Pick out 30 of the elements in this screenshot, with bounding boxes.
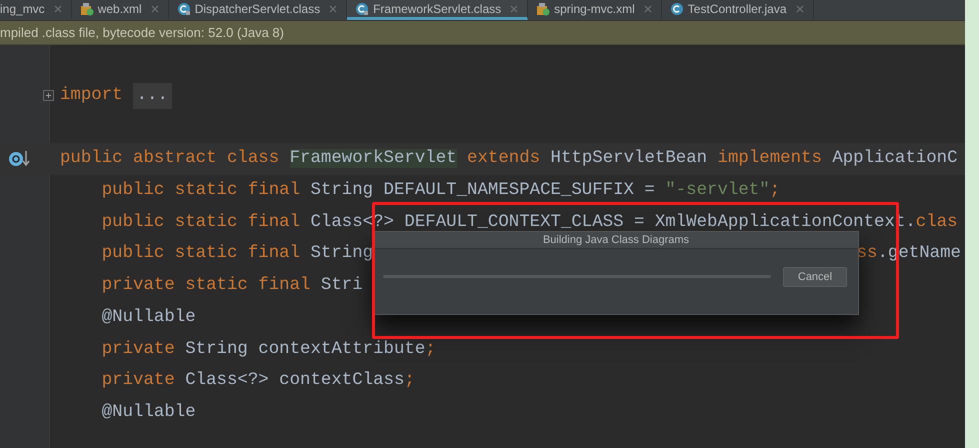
expand-icon[interactable] xyxy=(43,90,54,101)
class-file-icon xyxy=(670,2,684,16)
code-text: import xyxy=(60,86,123,106)
close-icon[interactable] xyxy=(54,4,62,12)
editor-tab[interactable]: spring-mvc.xml xyxy=(528,0,662,20)
code-line: public static final String xyxy=(100,244,374,264)
class-file-icon xyxy=(176,2,191,16)
code-line: @Nullable xyxy=(100,308,196,327)
close-icon[interactable] xyxy=(510,4,518,12)
editor-tab[interactable]: ing_mvc xyxy=(0,0,72,20)
xml-file-icon xyxy=(536,2,550,16)
close-icon[interactable] xyxy=(150,4,159,12)
code-line: public abstract class FrameworkServlet extends HttpServletBean implements ApplicationC xyxy=(60,149,958,168)
code-line: @Nullable xyxy=(100,402,196,422)
dialog-title: Building Java Class Diagrams xyxy=(374,232,858,249)
xml-file-icon xyxy=(80,2,94,16)
folded-code[interactable]: ... xyxy=(132,82,172,109)
code-line: private Class<?> contextClass; xyxy=(100,371,415,390)
close-icon[interactable] xyxy=(796,4,804,12)
code-line: public static final String DEFAULT_NAMESPACE_SUFFIX = "-servlet"; xyxy=(100,181,780,200)
code-line: private String contextAttribute; xyxy=(100,340,436,359)
close-icon[interactable] xyxy=(329,4,338,12)
class-file-icon xyxy=(355,2,370,16)
banner-text: mpiled .class file, bytecode version: 52.0 (Java 8) xyxy=(0,25,284,40)
editor-tab[interactable]: TestController.java xyxy=(662,0,814,20)
editor-tab[interactable]: FrameworkServlet.class xyxy=(347,0,528,20)
close-icon[interactable] xyxy=(644,4,652,12)
editor-tab[interactable]: web.xml xyxy=(72,0,169,20)
cancel-button[interactable]: Cancel xyxy=(783,266,847,286)
code-line: private static final Stri xyxy=(100,276,363,296)
